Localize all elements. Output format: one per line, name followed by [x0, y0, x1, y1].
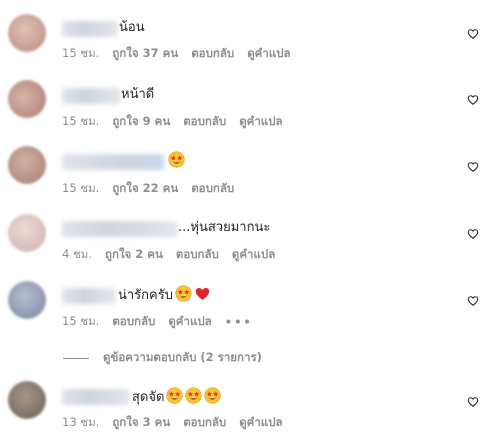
divider-line	[63, 357, 89, 359]
avatar[interactable]	[8, 381, 46, 419]
username-blurred[interactable]	[62, 389, 130, 405]
reply-button[interactable]: ตอบกลับ	[112, 313, 155, 331]
comment-text	[166, 151, 185, 171]
username-blurred[interactable]	[62, 154, 164, 170]
username-blurred[interactable]	[62, 21, 118, 37]
comment-meta: 13 ชม. ถูกใจ 3 คน ตอบกลับ ดูคำแปล	[62, 414, 296, 432]
more-options-button[interactable]: •••	[225, 315, 253, 329]
comment-meta: 15 ชม. ถูกใจ 22 คน ตอบกลับ	[62, 180, 247, 198]
translate-button[interactable]: ดูคำแปล	[168, 313, 211, 331]
comment-text: น่ารักครับ	[118, 285, 211, 305]
like-count[interactable]: ถูกใจ 3 คน	[112, 414, 170, 432]
reply-button[interactable]: ตอบกลับ	[176, 246, 219, 264]
comment-time[interactable]: 13 ชม.	[62, 414, 99, 432]
username-blurred[interactable]	[62, 288, 116, 304]
comment-meta: 4 ชม. ถูกใจ 2 คน ตอบกลับ ดูคำแปล	[62, 246, 288, 264]
translate-button[interactable]: ดูคำแปล	[239, 414, 282, 432]
comment-time[interactable]: 4 ชม.	[62, 246, 92, 264]
reply-button[interactable]: ตอบกลับ	[191, 45, 234, 63]
translate-button[interactable]: ดูคำแปล	[232, 246, 275, 264]
comment-text: หน้าดี	[121, 87, 155, 102]
star-struck-emoji	[175, 285, 192, 302]
reply-button[interactable]: ตอบกลับ	[191, 180, 234, 198]
translate-button[interactable]: ดูคำแปล	[239, 113, 282, 131]
like-count[interactable]: ถูกใจ 37 คน	[112, 45, 178, 63]
comment-time[interactable]: 15 ชม.	[62, 113, 99, 131]
translate-button[interactable]: ดูคำแปล	[247, 45, 290, 63]
comment-time[interactable]: 15 ชม.	[62, 45, 99, 63]
heart-outline-icon[interactable]	[467, 161, 479, 173]
star-struck-emoji	[185, 387, 202, 404]
comment-meta: 15 ชม. ถูกใจ 37 คน ตอบกลับ ดูคำแปล	[62, 45, 304, 63]
heart-outline-icon[interactable]	[467, 396, 479, 408]
avatar[interactable]	[8, 80, 46, 118]
avatar[interactable]	[8, 14, 46, 52]
view-replies-label: ดูข้อความตอบกลับ (2 รายการ)	[103, 350, 262, 364]
like-count[interactable]: ถูกใจ 22 คน	[112, 180, 178, 198]
comment-text: น้อน	[119, 20, 145, 35]
star-struck-emoji	[168, 151, 185, 168]
comment-meta: 15 ชม. ถูกใจ 9 คน ตอบกลับ ดูคำแปล	[62, 113, 296, 131]
comment-time[interactable]: 15 ชม.	[62, 180, 99, 198]
heart-outline-icon[interactable]	[467, 295, 479, 307]
heart-outline-icon[interactable]	[467, 228, 479, 240]
reply-button[interactable]: ตอบกลับ	[183, 113, 226, 131]
like-count[interactable]: ถูกใจ 2 คน	[105, 246, 163, 264]
comment-text: ...หุ่นสวยมากนะ	[178, 220, 271, 235]
comment-text: สุดจัด	[132, 387, 221, 407]
avatar[interactable]	[8, 214, 46, 252]
username-blurred[interactable]	[62, 221, 178, 237]
avatar[interactable]	[8, 281, 46, 319]
comment-meta: 15 ชม. ตอบกลับ ดูคำแปล •••	[62, 313, 266, 331]
like-count[interactable]: ถูกใจ 9 คน	[112, 113, 170, 131]
username-blurred[interactable]	[62, 88, 120, 104]
view-replies-button[interactable]: ดูข้อความตอบกลับ (2 รายการ)	[63, 349, 262, 367]
heart-outline-icon[interactable]	[467, 28, 479, 40]
star-struck-emoji	[166, 387, 183, 404]
star-struck-emoji	[204, 387, 221, 404]
comment-time[interactable]: 15 ชม.	[62, 313, 99, 331]
red-heart-emoji	[194, 285, 211, 302]
heart-outline-icon[interactable]	[467, 94, 479, 106]
reply-button[interactable]: ตอบกลับ	[183, 414, 226, 432]
avatar[interactable]	[8, 146, 46, 184]
